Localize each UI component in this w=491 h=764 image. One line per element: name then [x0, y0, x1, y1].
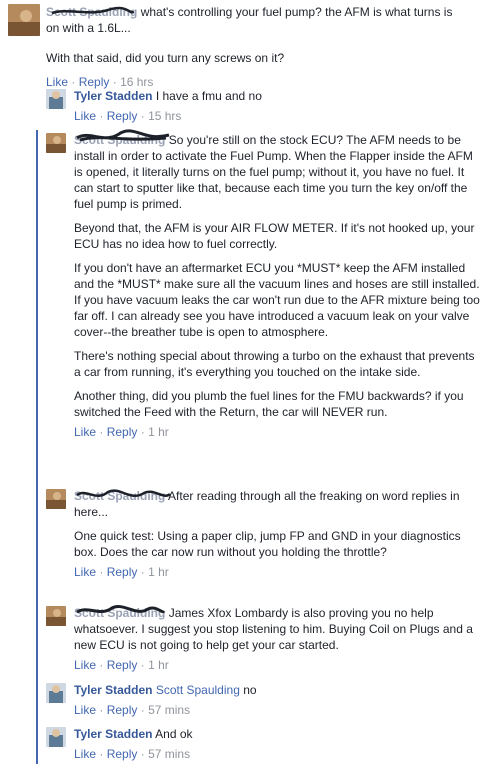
like-button[interactable]: Like — [74, 565, 96, 579]
comment-text: There's nothing special about throwing a… — [74, 349, 475, 379]
comment-text: With that said, did you turn any screws … — [46, 51, 285, 65]
redaction-scribble — [76, 489, 171, 498]
reply-button[interactable]: Reply — [107, 109, 138, 123]
comment-text: Another thing, did you plumb the fuel li… — [74, 389, 464, 419]
reply-comment: Scott Spaulding So you're still on the s… — [74, 132, 484, 440]
avatar[interactable] — [46, 133, 66, 153]
like-button[interactable]: Like — [74, 747, 96, 761]
comment-text: One quick test: Using a paper clip, jump… — [74, 529, 461, 559]
reply-button[interactable]: Reply — [107, 425, 138, 439]
avatar[interactable] — [46, 489, 66, 509]
comment-text: I have a fmu and no — [155, 89, 262, 103]
reply-button[interactable]: Reply — [107, 565, 138, 579]
timestamp[interactable]: 1 hr — [148, 658, 169, 672]
thread-highlight-bar — [36, 130, 38, 764]
reply-comment: Tyler Stadden Scott Spaulding no Like · … — [74, 683, 257, 717]
like-button[interactable]: Like — [74, 658, 96, 672]
reply-button[interactable]: Reply — [107, 703, 138, 717]
comment-author[interactable]: Tyler Stadden — [74, 683, 152, 697]
reply-comment: Tyler Stadden And ok Like · Reply · 57 m… — [74, 727, 193, 761]
redaction-scribble — [76, 129, 170, 142]
comment-text: If you don't have an aftermarket ECU you… — [74, 261, 480, 339]
avatar[interactable] — [46, 89, 66, 109]
avatar[interactable] — [46, 606, 66, 626]
like-button[interactable]: Like — [74, 109, 96, 123]
timestamp[interactable]: 1 hr — [148, 425, 169, 439]
comment-text: no — [243, 683, 257, 697]
timestamp[interactable]: 15 hrs — [148, 109, 181, 123]
timestamp[interactable]: 16 hrs — [120, 75, 153, 89]
mention-link[interactable]: Scott Spaulding — [156, 683, 240, 697]
reply-button[interactable]: Reply — [107, 747, 138, 761]
comment-author[interactable]: Tyler Stadden — [74, 727, 152, 741]
like-button[interactable]: Like — [74, 703, 96, 717]
reply-button[interactable]: Reply — [79, 75, 110, 89]
redaction-scribble — [51, 6, 135, 15]
comment-author[interactable]: Tyler Stadden — [74, 89, 152, 103]
redaction-scribble — [76, 605, 166, 614]
comment-text: Beyond that, the AFM is your AIR FLOW ME… — [74, 221, 475, 251]
reply-comment: Tyler Stadden I have a fmu and no Like ·… — [74, 89, 262, 123]
like-button[interactable]: Like — [46, 75, 68, 89]
timestamp[interactable]: 57 mins — [148, 703, 190, 717]
timestamp[interactable]: 1 hr — [148, 565, 169, 579]
avatar[interactable] — [46, 727, 66, 747]
avatar[interactable] — [8, 4, 40, 36]
comment-text: And ok — [155, 727, 193, 741]
timestamp[interactable]: 57 mins — [148, 747, 190, 761]
like-button[interactable]: Like — [74, 425, 96, 439]
avatar[interactable] — [46, 683, 66, 703]
reply-button[interactable]: Reply — [107, 658, 138, 672]
